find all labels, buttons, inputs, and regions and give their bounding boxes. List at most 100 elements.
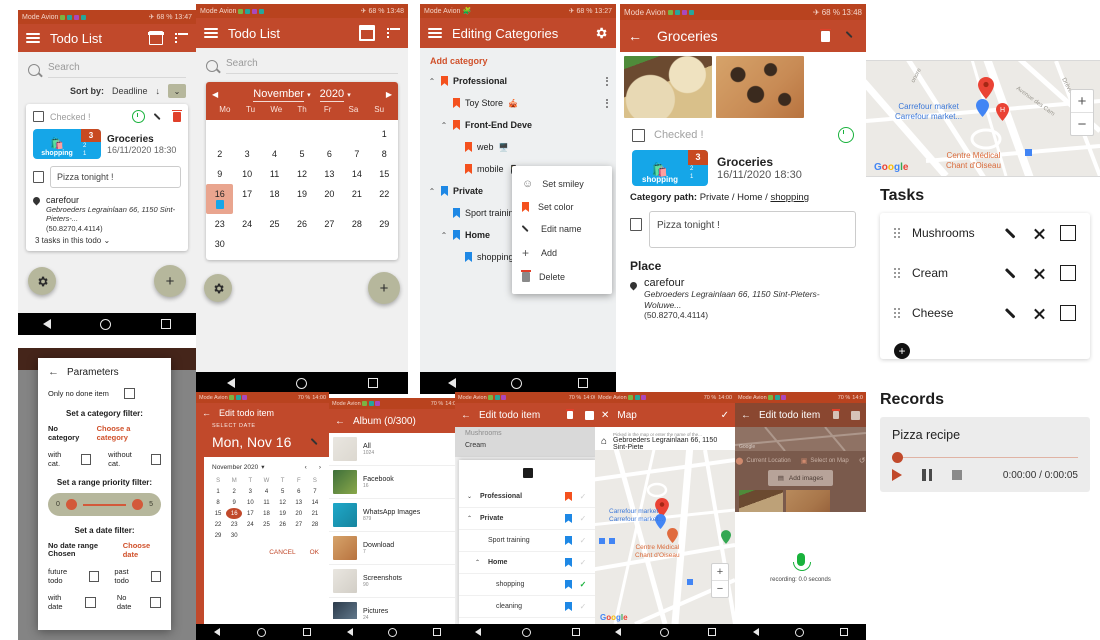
category-chip[interactable]: 🛍️ shopping 3 2 1 [33, 129, 101, 159]
save-icon[interactable] [851, 410, 860, 420]
calendar-day[interactable]: 28 [343, 214, 370, 234]
nav-recents-icon[interactable] [433, 628, 442, 636]
chevron-icon[interactable]: ⌃ [467, 515, 474, 522]
calendar-icon[interactable] [359, 25, 375, 41]
nav-home-icon[interactable] [511, 377, 523, 389]
nav-back-icon[interactable] [475, 628, 482, 636]
album-row[interactable]: Screenshots 90 [329, 565, 459, 598]
task-row[interactable]: Cream [880, 253, 1090, 293]
calendar-day[interactable]: 23 [206, 214, 233, 234]
category-row[interactable]: ⌃ Front-End Deve [420, 114, 616, 136]
map-canvas[interactable]: Carrefour market Carrefour market... Cen… [595, 450, 735, 624]
stop-icon[interactable] [952, 470, 962, 480]
choose-a-category-button[interactable]: Choose a category [97, 424, 161, 442]
nav-recents-icon[interactable] [161, 319, 172, 329]
calendar-day[interactable]: 24 [233, 214, 260, 234]
calendar-year[interactable]: 2020 [319, 88, 345, 102]
nav-recents-icon[interactable] [707, 628, 716, 636]
nav-recents-icon[interactable] [302, 628, 311, 636]
checkbox-icon[interactable] [1060, 305, 1076, 321]
cancel-button[interactable]: CANCEL [269, 549, 295, 556]
date-picker-day[interactable]: 26 [275, 519, 291, 530]
select-on-map-button[interactable]: ▣ Select on Map [801, 457, 849, 465]
nav-home-icon[interactable] [659, 627, 669, 637]
checkbox-icon[interactable] [1060, 265, 1076, 281]
chevron-down-icon[interactable]: ▾ [347, 92, 351, 99]
map-zoom-controls[interactable]: + − [711, 563, 729, 598]
nav-home-icon[interactable] [100, 318, 112, 330]
date-picker-day[interactable]: 30 [226, 530, 242, 541]
check-icon[interactable]: ✓ [578, 492, 588, 501]
overflow-menu-icon[interactable] [606, 76, 608, 86]
save-icon[interactable] [585, 410, 594, 420]
place-map[interactable]: onore Avenue des Cam Drève de Nivelle H … [866, 60, 1100, 177]
date-picker-day[interactable]: 17 [242, 508, 258, 519]
date-picker-day[interactable]: 9 [226, 497, 242, 508]
calendar-day[interactable]: 14 [343, 164, 370, 184]
check-icon[interactable]: ✓ [578, 580, 588, 589]
calendar-day[interactable]: 30 [206, 234, 233, 254]
trash-icon[interactable] [820, 28, 831, 42]
check-icon[interactable]: ✓ [721, 410, 729, 421]
drag-handle-icon[interactable] [894, 228, 900, 238]
calendar-day[interactable]: 21 [343, 184, 370, 214]
note-input[interactable]: Pizza tonight ! [50, 166, 181, 188]
calendar-day[interactable]: 27 [316, 214, 343, 234]
nav-back-icon[interactable] [753, 628, 759, 636]
subtasks-toggle[interactable]: 3 tasks in this todo ⌄ [33, 233, 181, 245]
category-select-row[interactable]: ⌄ Professional ✓ [459, 486, 596, 508]
date-picker-day[interactable]: 4 [258, 486, 274, 497]
x-icon[interactable] [1033, 267, 1046, 280]
pencil-icon[interactable] [311, 437, 321, 447]
chevron-up-icon[interactable]: ⌃ [440, 231, 448, 240]
date-picker-day[interactable]: 19 [275, 508, 291, 519]
add-task-button[interactable]: + [894, 343, 910, 359]
bookmark-icon[interactable] [565, 492, 572, 501]
slider-knob-min[interactable] [65, 499, 77, 510]
calendar-day[interactable]: 1 [371, 124, 398, 144]
pencil-icon[interactable] [1006, 307, 1019, 320]
date-picker-day[interactable]: 25 [258, 519, 274, 530]
calendar-day[interactable]: 29 [371, 214, 398, 234]
calendar-day[interactable]: 22 [371, 184, 398, 214]
calendar-day[interactable]: 18 [261, 184, 288, 214]
nav-recents-icon[interactable] [840, 628, 848, 636]
arrow-left-icon[interactable]: ← [48, 366, 59, 378]
arrow-left-icon[interactable]: ← [202, 408, 211, 418]
category-row[interactable]: Toy Store 🎪 [420, 92, 616, 114]
nav-home-icon[interactable] [521, 627, 531, 637]
x-icon[interactable] [1033, 307, 1046, 320]
category-row[interactable]: web 🖥️ [420, 136, 616, 158]
map-zoom-out-button[interactable]: − [712, 581, 728, 597]
trash-icon[interactable] [566, 409, 574, 419]
bookmark-icon[interactable] [565, 514, 572, 523]
date-picker-day[interactable]: 7 [307, 486, 323, 497]
album-row[interactable]: All 1024 [329, 433, 459, 466]
album-list[interactable]: All 1024 Facebook 16 WhatsApp Images 879 Downl… [329, 433, 459, 619]
date-picker-day[interactable]: 5 [275, 486, 291, 497]
arrow-left-icon[interactable]: ← [461, 410, 471, 421]
date-picker-day[interactable]: 1 [210, 486, 226, 497]
date-picker-day[interactable]: 8 [210, 497, 226, 508]
calendar-month[interactable]: November [253, 88, 305, 102]
checkbox-icon[interactable] [632, 128, 645, 142]
date-picker-day[interactable]: 27 [291, 519, 307, 530]
category-select-row[interactable]: ⌃ Private ✓ [459, 508, 596, 530]
add-todo-fab[interactable]: + [154, 265, 186, 298]
only-no-done-checkbox[interactable] [123, 388, 135, 399]
date-picker-grid[interactable]: S M T W T F S 1 2 3 4 5 6 7 8 9 10 11 12 13 14 15 16 17 18 19 20 21… [210, 475, 323, 541]
check-icon[interactable]: ✓ [578, 514, 588, 523]
x-icon[interactable] [1033, 227, 1046, 240]
map-zoom-controls[interactable]: + − [1070, 89, 1094, 136]
next-month-button[interactable]: › [319, 464, 321, 471]
with-date-checkbox[interactable] [84, 596, 96, 608]
checkbox-icon[interactable] [1060, 225, 1076, 241]
seek-handle[interactable] [892, 452, 903, 463]
nav-back-icon[interactable] [226, 378, 235, 388]
calendar-day[interactable]: 20 [316, 184, 343, 214]
no-date-checkbox[interactable] [150, 596, 162, 608]
calendar-day[interactable]: 12 [288, 164, 315, 184]
category-chip[interactable]: 🛍️ shopping 3 2 1 [632, 150, 708, 186]
calendar-day[interactable]: 6 [316, 144, 343, 164]
category-select-row[interactable]: ⌃ Home ✓ [459, 552, 596, 574]
